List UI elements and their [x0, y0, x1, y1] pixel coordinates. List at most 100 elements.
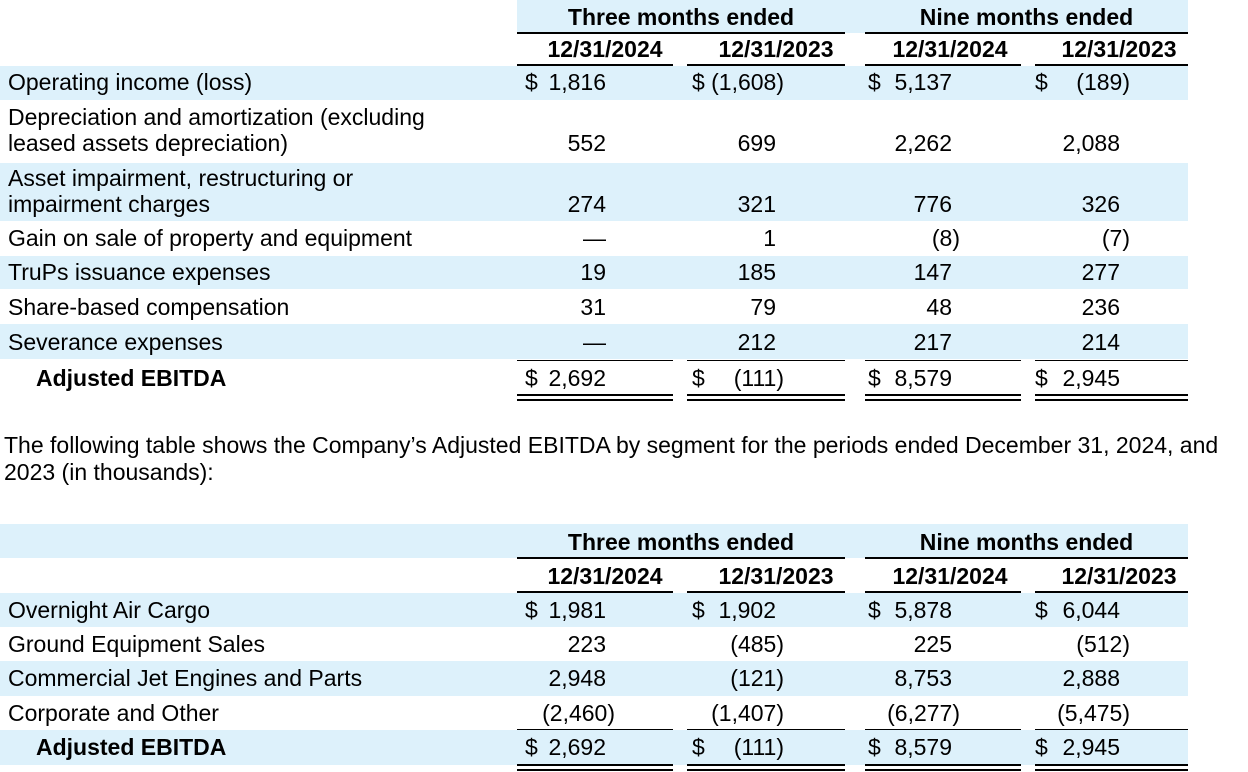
subtotal-rule — [687, 729, 845, 730]
subtotal-rule — [517, 729, 673, 730]
total-double-rule — [687, 764, 845, 771]
row-label: leased assets depreciation) — [8, 130, 288, 156]
currency-symbol: $ — [692, 69, 705, 95]
value-cell: 223 — [567, 631, 606, 657]
header-underline — [517, 32, 845, 34]
header-col2: 12/31/2023 — [718, 563, 834, 589]
value-cell: 552 — [567, 130, 606, 156]
total-value: (111) — [733, 734, 784, 760]
value-cell: (1,407) — [711, 700, 784, 726]
header-underline — [865, 591, 1021, 593]
row-label: Operating income (loss) — [8, 69, 253, 95]
subtotal-rule — [865, 729, 1021, 730]
value-cell: — — [583, 329, 606, 355]
total-value: 2,945 — [1062, 365, 1120, 391]
value-cell: 2,888 — [1062, 665, 1120, 691]
subtotal-rule — [865, 360, 1021, 361]
value-cell: (7) — [1101, 225, 1130, 251]
subtotal-rule — [1035, 360, 1188, 361]
currency-symbol: $ — [868, 597, 881, 623]
value-cell: 19 — [580, 259, 606, 285]
value-cell: (1,608) — [711, 69, 784, 95]
total-value: 2,945 — [1062, 734, 1120, 760]
intro-paragraph: The following table shows the Company’s … — [4, 432, 1219, 485]
row-label: Asset impairment, restructuring or — [8, 165, 354, 191]
value-cell: 699 — [737, 130, 776, 156]
value-cell: 147 — [913, 259, 952, 285]
total-value: (111) — [733, 365, 784, 391]
row-label: Depreciation and amortization (excluding — [8, 104, 425, 130]
value-cell: 31 — [580, 294, 606, 320]
header-col1: 12/31/2024 — [547, 36, 663, 62]
total-double-rule — [865, 764, 1021, 771]
header-three-months: Three months ended — [567, 529, 795, 555]
value-cell: 212 — [737, 329, 776, 355]
value-cell: (189) — [1076, 69, 1130, 95]
total-value: 8,579 — [894, 365, 952, 391]
value-cell: (5,475) — [1057, 700, 1130, 726]
value-cell: 6,044 — [1062, 597, 1120, 623]
header-underline — [687, 591, 845, 593]
total-double-rule — [517, 764, 673, 771]
subtotal-rule — [687, 360, 845, 361]
row-label: Commercial Jet Engines and Parts — [8, 665, 363, 691]
value-cell: (6,277) — [887, 700, 960, 726]
header-underline — [517, 557, 845, 559]
currency-symbol: $ — [1035, 597, 1048, 623]
row-label: Severance expenses — [8, 329, 223, 355]
header-col4: 12/31/2023 — [1061, 36, 1177, 62]
row-label: Gain on sale of property and equipment — [8, 225, 413, 251]
value-cell: 214 — [1081, 329, 1120, 355]
value-cell: 776 — [913, 191, 952, 217]
value-cell: 1 — [763, 225, 776, 251]
value-cell: 1,816 — [548, 69, 606, 95]
value-cell: 225 — [913, 631, 952, 657]
total-double-rule — [517, 394, 673, 401]
currency-symbol: $ — [868, 734, 881, 760]
total-value: 2,692 — [548, 734, 606, 760]
currency-symbol: $ — [1035, 69, 1048, 95]
total-double-rule — [1035, 764, 1188, 771]
value-cell: (8) — [931, 225, 960, 251]
total-value: 2,692 — [548, 365, 606, 391]
header-col4: 12/31/2023 — [1061, 563, 1177, 589]
header-underline — [1035, 64, 1188, 66]
currency-symbol: $ — [525, 734, 538, 760]
value-cell: 1,902 — [718, 597, 776, 623]
header-col3: 12/31/2024 — [892, 36, 1008, 62]
total-label: Adjusted EBITDA — [36, 365, 227, 391]
value-cell: 2,262 — [894, 130, 952, 156]
currency-symbol: $ — [692, 365, 705, 391]
value-cell: (2,460) — [542, 700, 615, 726]
value-cell: (121) — [730, 665, 784, 691]
value-cell: — — [583, 225, 606, 251]
total-double-rule — [1035, 394, 1188, 401]
value-cell: 326 — [1081, 191, 1120, 217]
header-nine-months: Nine months ended — [919, 4, 1134, 30]
header-col3: 12/31/2024 — [892, 563, 1008, 589]
row-label: impairment charges — [8, 191, 210, 217]
header-three-months: Three months ended — [567, 4, 795, 30]
value-cell: (512) — [1076, 631, 1130, 657]
row-label: Overnight Air Cargo — [8, 597, 210, 623]
header-underline — [865, 557, 1188, 559]
value-cell: (485) — [730, 631, 784, 657]
header-underline — [865, 32, 1188, 34]
header-nine-months: Nine months ended — [919, 529, 1134, 555]
value-cell: 2,948 — [548, 665, 606, 691]
currency-symbol: $ — [868, 69, 881, 95]
value-cell: 277 — [1081, 259, 1120, 285]
currency-symbol: $ — [692, 734, 705, 760]
currency-symbol: $ — [1035, 365, 1048, 391]
header-underline — [687, 64, 845, 66]
currency-symbol: $ — [1035, 734, 1048, 760]
header-underline — [1035, 591, 1188, 593]
currency-symbol: $ — [692, 597, 705, 623]
value-cell: 274 — [567, 191, 606, 217]
header-col1: 12/31/2024 — [547, 563, 663, 589]
total-value: 8,579 — [894, 734, 952, 760]
value-cell: 236 — [1081, 294, 1120, 320]
total-double-rule — [687, 394, 845, 401]
header-col2: 12/31/2023 — [718, 36, 834, 62]
value-cell: 5,878 — [894, 597, 952, 623]
